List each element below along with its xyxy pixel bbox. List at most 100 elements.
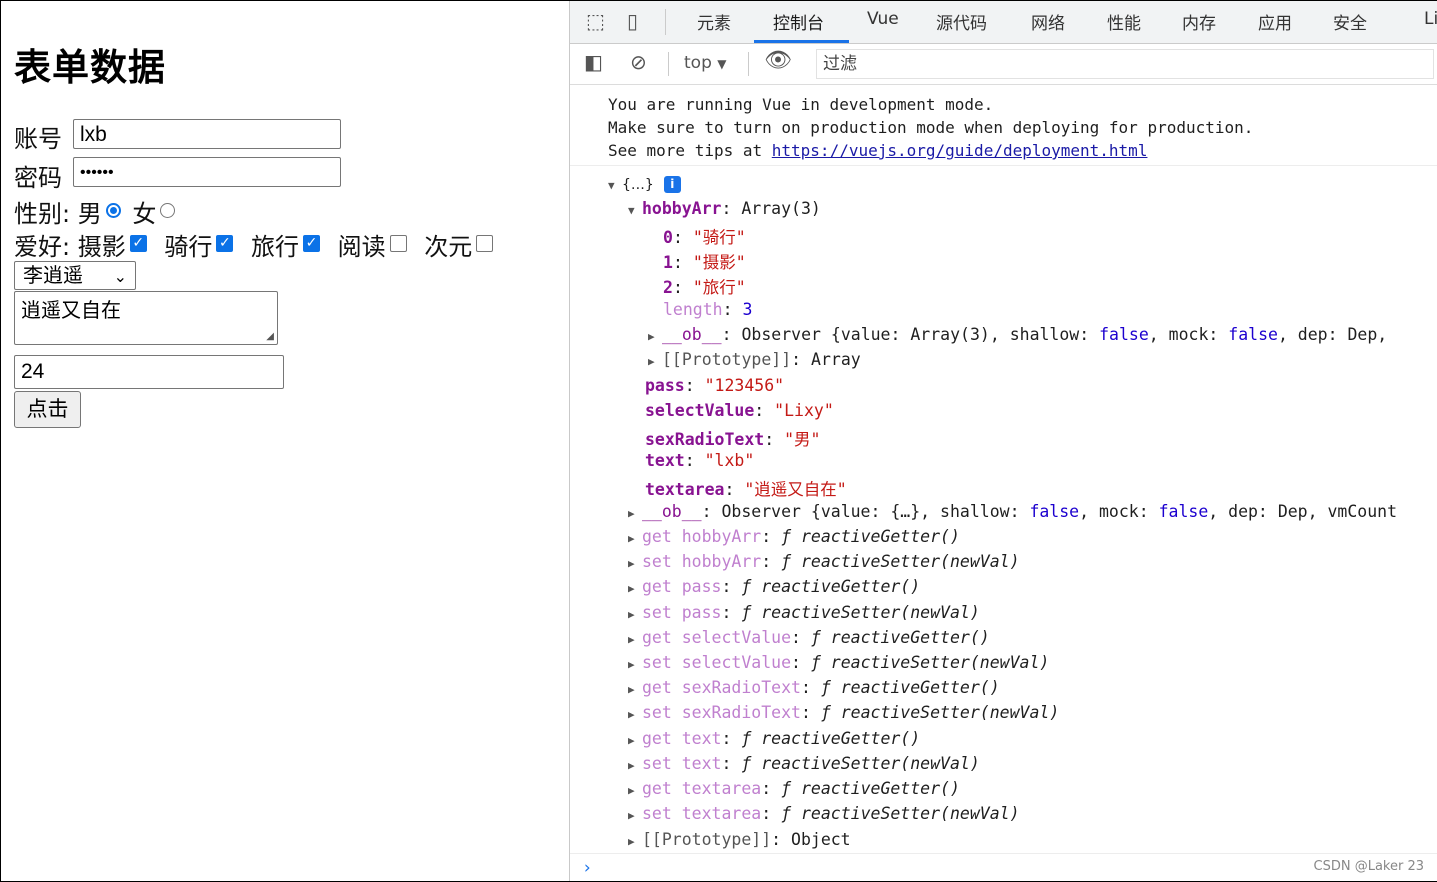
tree-key: selectValue bbox=[645, 401, 755, 420]
expand-triangle-icon[interactable]: ▶ bbox=[648, 355, 662, 368]
tree-row-array-ob[interactable]: ▶ __ob__: Observer {value: Array(3), shal… bbox=[648, 325, 1387, 344]
tree-key: get selectValue bbox=[642, 627, 792, 647]
sidebar-toggle-icon[interactable]: ◧ bbox=[584, 50, 603, 74]
resize-grip-icon[interactable]: ◢ bbox=[266, 331, 274, 342]
tree-value: reactiveGetter() bbox=[840, 678, 1000, 698]
tree-row-accessor[interactable]: ▶ set pass: ƒ reactiveSetter(newVal) bbox=[628, 603, 980, 622]
deployment-link[interactable]: https://vuejs.org/guide/deployment.html bbox=[772, 141, 1148, 160]
console-prompt-icon[interactable]: › bbox=[582, 858, 592, 878]
tree-key: get textarea bbox=[642, 779, 762, 798]
tree-key: hobbyArr bbox=[642, 199, 722, 218]
hobby-reading-checkbox[interactable] bbox=[389, 234, 407, 252]
expand-triangle-icon[interactable]: ▶ bbox=[628, 835, 642, 848]
eye-icon[interactable]: 👁 bbox=[764, 48, 792, 73]
tree-row-accessor[interactable]: ▶ set text: ƒ reactiveSetter(newVal) bbox=[628, 754, 980, 773]
expand-triangle-icon[interactable]: ▶ bbox=[628, 784, 642, 797]
tree-value: reactiveGetter() bbox=[761, 728, 921, 748]
tree-row-accessor[interactable]: ▶ get textarea: ƒ reactiveGetter() bbox=[628, 779, 960, 798]
tree-row-accessor[interactable]: ▶ get sexRadioText: ƒ reactiveGetter() bbox=[628, 678, 1000, 697]
password-label: 密码 bbox=[14, 164, 62, 192]
expand-triangle-icon[interactable]: ▶ bbox=[628, 759, 642, 772]
expand-triangle-icon[interactable]: ▶ bbox=[628, 708, 642, 721]
tree-key: set selectValue bbox=[642, 653, 792, 672]
tree-row-object-proto[interactable]: ▶ [[Prototype]]: Object bbox=[628, 830, 851, 849]
expand-triangle-icon[interactable]: ▶ bbox=[628, 658, 642, 671]
submit-button[interactable]: 点击 bbox=[14, 391, 81, 428]
tab-memory[interactable]: 内存 bbox=[1182, 9, 1216, 34]
tree-value: , mock: bbox=[1079, 502, 1159, 521]
hobby-cycling-checkbox[interactable]: ✓ bbox=[216, 234, 234, 252]
tab-application[interactable]: 应用 bbox=[1258, 9, 1292, 34]
tree-value: reactiveSetter(newVal) bbox=[800, 804, 1020, 824]
tree-row-accessor[interactable]: ▶ get hobbyArr: ƒ reactiveGetter() bbox=[628, 527, 960, 546]
tree-row-sexRadioText: sexRadioText: "男" bbox=[645, 430, 821, 449]
tree-key: set pass bbox=[642, 602, 722, 622]
expand-triangle-icon[interactable]: ▶ bbox=[628, 582, 642, 595]
console-message: You are running Vue in development mode. bbox=[608, 95, 994, 114]
tree-row-accessor[interactable]: ▶ set sexRadioText: ƒ reactiveSetter(newV… bbox=[628, 703, 1059, 722]
tree-row-accessor[interactable]: ▶ set selectValue: ƒ reactiveSetter(newVa… bbox=[628, 653, 1049, 672]
expand-triangle-icon[interactable]: ▶ bbox=[628, 507, 642, 520]
tree-value: "lxb" bbox=[704, 451, 755, 470]
tree-value: false bbox=[1029, 502, 1080, 521]
object-summary-row[interactable]: ▼ {…} i bbox=[608, 174, 681, 193]
page-title: 表单数据 bbox=[14, 46, 166, 89]
inspect-element-icon[interactable]: ⬚ bbox=[586, 9, 605, 33]
console-message-text: See more tips at bbox=[608, 141, 772, 160]
tree-row-accessor[interactable]: ▶ set hobbyArr: ƒ reactiveSetter(newVal) bbox=[628, 552, 1020, 571]
filter-input[interactable]: 过滤 bbox=[816, 49, 1434, 79]
expand-triangle-icon[interactable]: ▼ bbox=[628, 204, 642, 217]
tree-row-accessor[interactable]: ▶ get pass: ƒ reactiveGetter() bbox=[628, 577, 920, 596]
tree-value: Object bbox=[791, 830, 851, 849]
tab-performance[interactable]: 性能 bbox=[1107, 9, 1141, 34]
expand-triangle-icon[interactable]: ▶ bbox=[628, 532, 642, 545]
tree-row-accessor[interactable]: ▶ get selectValue: ƒ reactiveGetter() bbox=[628, 628, 990, 647]
name-select[interactable]: 李逍遥 ⌄ bbox=[14, 261, 136, 290]
tree-value: "逍遥又自在" bbox=[744, 480, 847, 499]
device-toggle-icon[interactable]: ▯ bbox=[627, 9, 638, 33]
tree-row-item: 2: "旅行" bbox=[663, 278, 746, 297]
tab-lighthouse[interactable]: Li bbox=[1424, 9, 1437, 29]
hobby-photo-checkbox[interactable]: ✓ bbox=[129, 234, 147, 252]
age-input[interactable]: 24 bbox=[14, 355, 284, 389]
expand-triangle-icon[interactable]: ▶ bbox=[648, 330, 662, 343]
hobby-photo-label: 摄影 bbox=[77, 233, 126, 261]
info-icon[interactable]: i bbox=[663, 176, 681, 193]
gender-male-radio[interactable] bbox=[105, 202, 121, 218]
tab-sources[interactable]: 源代码 bbox=[936, 9, 987, 34]
tree-row-accessor[interactable]: ▶ get text: ƒ reactiveGetter() bbox=[628, 729, 920, 748]
expand-triangle-icon[interactable]: ▶ bbox=[628, 683, 642, 696]
account-input[interactable]: lxb bbox=[73, 119, 341, 149]
tree-row-object-ob[interactable]: ▶ __ob__: Observer {value: {…}, shallow: … bbox=[628, 502, 1397, 521]
password-input[interactable]: •••••• bbox=[73, 157, 341, 187]
expand-triangle-icon[interactable]: ▶ bbox=[628, 633, 642, 646]
tree-value: Observer {value: Array(3), shallow: bbox=[741, 325, 1100, 344]
account-label: 账号 bbox=[14, 125, 62, 153]
tab-network[interactable]: 网络 bbox=[1031, 9, 1065, 34]
tab-console[interactable]: 控制台 bbox=[773, 9, 824, 34]
tree-value: reactiveSetter(newVal) bbox=[761, 753, 980, 773]
tree-key: get sexRadioText bbox=[642, 678, 801, 698]
expand-triangle-icon[interactable]: ▶ bbox=[628, 809, 642, 822]
expand-triangle-icon[interactable]: ▼ bbox=[608, 179, 622, 192]
hobby-travel-checkbox[interactable]: ✓ bbox=[303, 234, 321, 252]
hobby-cycling-label: 骑行 bbox=[164, 233, 213, 261]
clear-console-icon[interactable]: ⊘ bbox=[630, 50, 647, 74]
context-selector[interactable]: top ▼ bbox=[684, 53, 727, 73]
tree-row-array-proto[interactable]: ▶ [[Prototype]]: Array bbox=[648, 350, 861, 369]
expand-triangle-icon[interactable]: ▶ bbox=[628, 734, 642, 747]
tree-key: set textarea bbox=[642, 804, 762, 824]
tab-elements[interactable]: 元素 bbox=[697, 9, 731, 34]
tree-value: "Lixy" bbox=[774, 401, 834, 420]
tab-security[interactable]: 安全 bbox=[1333, 9, 1367, 34]
hobby-anime-checkbox[interactable] bbox=[476, 234, 494, 252]
expand-triangle-icon[interactable]: ▶ bbox=[628, 557, 642, 570]
tree-row-accessor[interactable]: ▶ set textarea: ƒ reactiveSetter(newVal) bbox=[628, 804, 1020, 823]
tab-vue[interactable]: Vue bbox=[867, 9, 899, 29]
tree-key: length bbox=[663, 300, 723, 319]
chevron-down-icon: ⌄ bbox=[113, 267, 127, 286]
tree-row-hobbyArr[interactable]: ▼ hobbyArr: Array(3) bbox=[628, 199, 821, 218]
note-textarea[interactable]: 逍遥又自在 ◢ bbox=[14, 291, 278, 345]
expand-triangle-icon[interactable]: ▶ bbox=[628, 608, 642, 621]
gender-female-radio[interactable] bbox=[160, 202, 176, 218]
